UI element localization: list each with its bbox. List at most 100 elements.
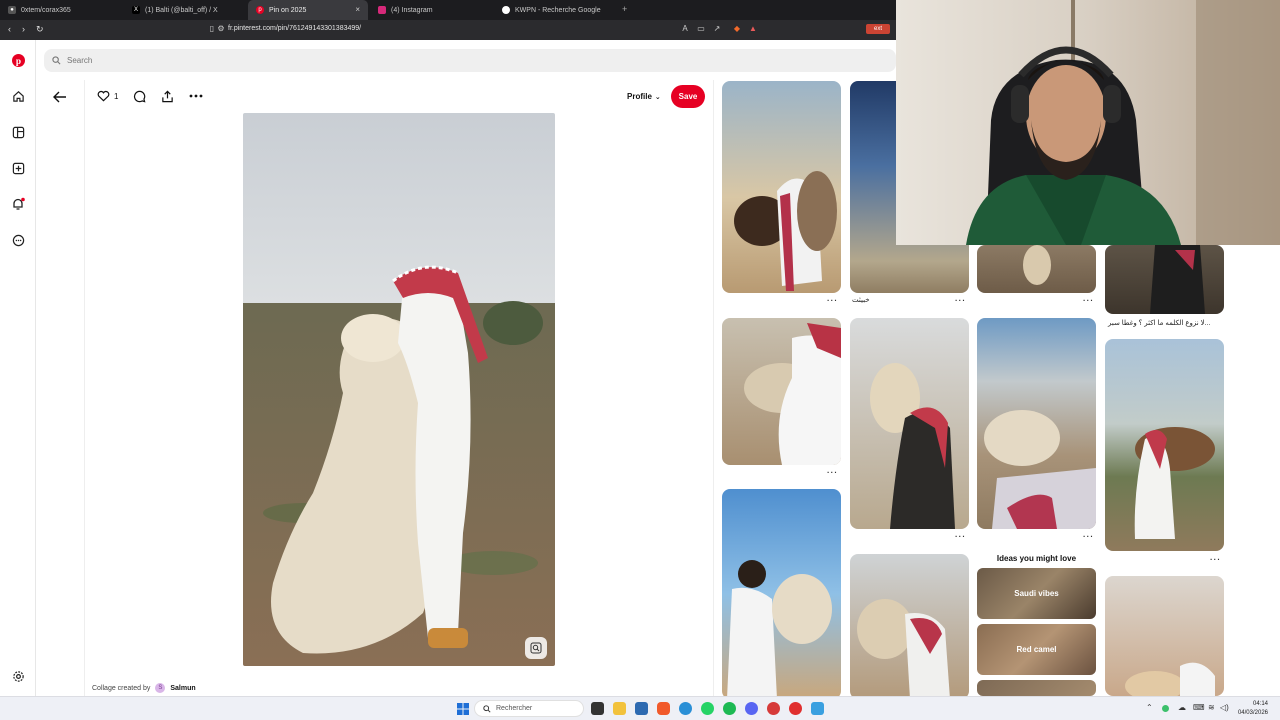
edge-icon[interactable] xyxy=(679,702,692,715)
related-pin[interactable] xyxy=(977,245,1096,293)
more-options-icon[interactable]: ··· xyxy=(1210,555,1221,564)
github-icon: ● xyxy=(8,6,16,14)
tab-google[interactable]: KWPN - Recherche Google xyxy=(494,0,620,20)
create-icon[interactable] xyxy=(11,161,25,175)
chevron-up-icon[interactable]: ⌃ xyxy=(1146,703,1153,712)
back-arrow-icon[interactable] xyxy=(53,90,67,108)
extension-icon[interactable]: ext xyxy=(866,24,890,34)
creator-name[interactable]: Salmun xyxy=(170,685,195,692)
brave-rewards-icon[interactable]: ▲ xyxy=(748,24,758,34)
browser-tab-bar: ● 0xtem/corax365 X (1) Balti (@balti_off… xyxy=(0,0,896,20)
pin-caption: لا نزوع الكلمه ما اكثر ؟ وغطا سبر... xyxy=(1108,320,1211,327)
tab-label: (4) Instagram xyxy=(391,6,433,14)
reload-icon[interactable]: ↻ xyxy=(36,24,44,35)
related-pin[interactable] xyxy=(722,81,841,293)
address-bar: ‹ › ↻ ▯ ⚙ fr.pinterest.com/pin/761249143… xyxy=(0,20,896,40)
idea-card[interactable]: Saudi vibes xyxy=(977,568,1096,619)
close-tab-icon[interactable]: × xyxy=(355,5,360,14)
svg-text:p: p xyxy=(15,56,20,66)
search-input[interactable]: Search xyxy=(44,49,896,72)
windows-taskbar: Rechercher ⌃ ☁ ⌨ ≋ ◁) 04:14 04/03/2026 xyxy=(0,696,1280,720)
store-icon[interactable] xyxy=(635,702,648,715)
brave-browser-icon[interactable] xyxy=(657,702,670,715)
idea-label: Red camel xyxy=(1016,645,1057,654)
tab-pinterest[interactable]: p Pin on 2025 × xyxy=(248,0,368,20)
whatsapp-icon[interactable] xyxy=(701,702,714,715)
taskbar-search-placeholder: Rechercher xyxy=(496,705,533,712)
more-options-icon[interactable]: ··· xyxy=(1083,296,1094,305)
chevron-down-icon: ⌄ xyxy=(654,93,661,101)
webcam-overlay xyxy=(896,0,1280,245)
discord-icon[interactable] xyxy=(745,702,758,715)
volume-icon[interactable]: ◁) xyxy=(1220,703,1229,712)
wifi-icon[interactable]: ≋ xyxy=(1208,703,1215,712)
file-explorer-icon[interactable] xyxy=(613,702,626,715)
home-icon[interactable] xyxy=(11,89,25,103)
avatar[interactable]: S xyxy=(155,683,166,693)
messages-icon[interactable] xyxy=(11,233,25,247)
related-pin[interactable] xyxy=(722,318,841,465)
tab-label: 0xtem/corax365 xyxy=(21,6,71,14)
collage-label: Collage created by xyxy=(92,684,151,692)
more-options-icon[interactable]: ··· xyxy=(1083,532,1094,541)
idea-label: Saudi vibes xyxy=(1014,589,1059,598)
cast-icon[interactable]: ▭ xyxy=(696,24,706,34)
status-indicator-icon[interactable] xyxy=(1162,705,1169,712)
visual-search-button[interactable] xyxy=(525,637,547,659)
task-view-icon[interactable] xyxy=(591,702,604,715)
more-options-icon[interactable]: ··· xyxy=(955,532,966,541)
save-button[interactable]: Save xyxy=(671,85,705,108)
share-icon[interactable]: ↗ xyxy=(712,24,722,34)
board-select-label: Profile xyxy=(627,92,652,101)
windows-start-icon[interactable] xyxy=(457,702,469,720)
brave-shield-icon[interactable]: ◆ xyxy=(732,24,742,34)
recorder-icon[interactable] xyxy=(789,702,802,715)
search-placeholder: Search xyxy=(67,56,93,65)
tab-label: (1) Balti (@balti_off) / X xyxy=(145,6,218,14)
pinterest-logo-icon[interactable]: p xyxy=(11,53,25,67)
notepad-icon[interactable] xyxy=(811,702,824,715)
search-icon xyxy=(52,56,61,65)
x-icon: X xyxy=(132,6,140,14)
pinterest-sidebar: p xyxy=(0,40,36,696)
cloud-icon[interactable]: ☁ xyxy=(1178,703,1186,712)
language-icon[interactable]: ⌨ xyxy=(1193,703,1205,712)
system-clock[interactable]: 04:14 04/03/2026 xyxy=(1238,700,1268,718)
tab-github[interactable]: ● 0xtem/corax365 xyxy=(0,0,124,20)
new-tab-icon[interactable]: + xyxy=(622,4,627,14)
related-pin[interactable] xyxy=(1105,576,1224,696)
board-select-dropdown[interactable]: Profile ⌄ xyxy=(627,92,661,101)
search-icon xyxy=(483,704,491,713)
related-pin[interactable] xyxy=(1105,245,1224,314)
tab-instagram[interactable]: (4) Instagram xyxy=(370,0,494,20)
pinterest-icon: p xyxy=(256,6,264,14)
explore-icon[interactable] xyxy=(11,125,25,139)
settings-icon[interactable] xyxy=(11,669,25,683)
forward-icon[interactable]: › xyxy=(22,24,25,34)
translate-icon[interactable]: A xyxy=(680,24,690,34)
related-pin[interactable] xyxy=(850,554,969,699)
like-button[interactable]: 1 xyxy=(97,89,118,103)
idea-card[interactable] xyxy=(977,680,1096,696)
url-field[interactable]: fr.pinterest.com/pin/761249143301383499/ xyxy=(228,25,361,32)
ideas-heading: Ideas you might love xyxy=(996,554,1077,563)
related-pin[interactable] xyxy=(1105,339,1224,551)
comment-icon[interactable] xyxy=(133,89,146,103)
back-icon[interactable]: ‹ xyxy=(8,24,11,34)
more-options-icon[interactable]: ··· xyxy=(827,468,838,477)
spotify-icon[interactable] xyxy=(723,702,736,715)
notifications-icon[interactable] xyxy=(11,197,25,211)
related-pin[interactable] xyxy=(977,318,1096,529)
more-options-icon[interactable]: ··· xyxy=(827,296,838,305)
idea-card[interactable]: Red camel xyxy=(977,624,1096,675)
related-pin[interactable] xyxy=(850,318,969,529)
app-icon[interactable] xyxy=(767,702,780,715)
more-options-icon[interactable]: ··· xyxy=(955,296,966,305)
more-options-icon[interactable] xyxy=(189,89,203,103)
tab-x[interactable]: X (1) Balti (@balti_off) / X xyxy=(124,0,248,20)
taskbar-search-input[interactable]: Rechercher xyxy=(474,700,584,717)
share-icon[interactable] xyxy=(161,89,174,103)
pin-image[interactable] xyxy=(243,113,555,666)
related-pin[interactable] xyxy=(722,489,841,699)
site-info-icon[interactable]: ⚙ xyxy=(216,24,226,34)
